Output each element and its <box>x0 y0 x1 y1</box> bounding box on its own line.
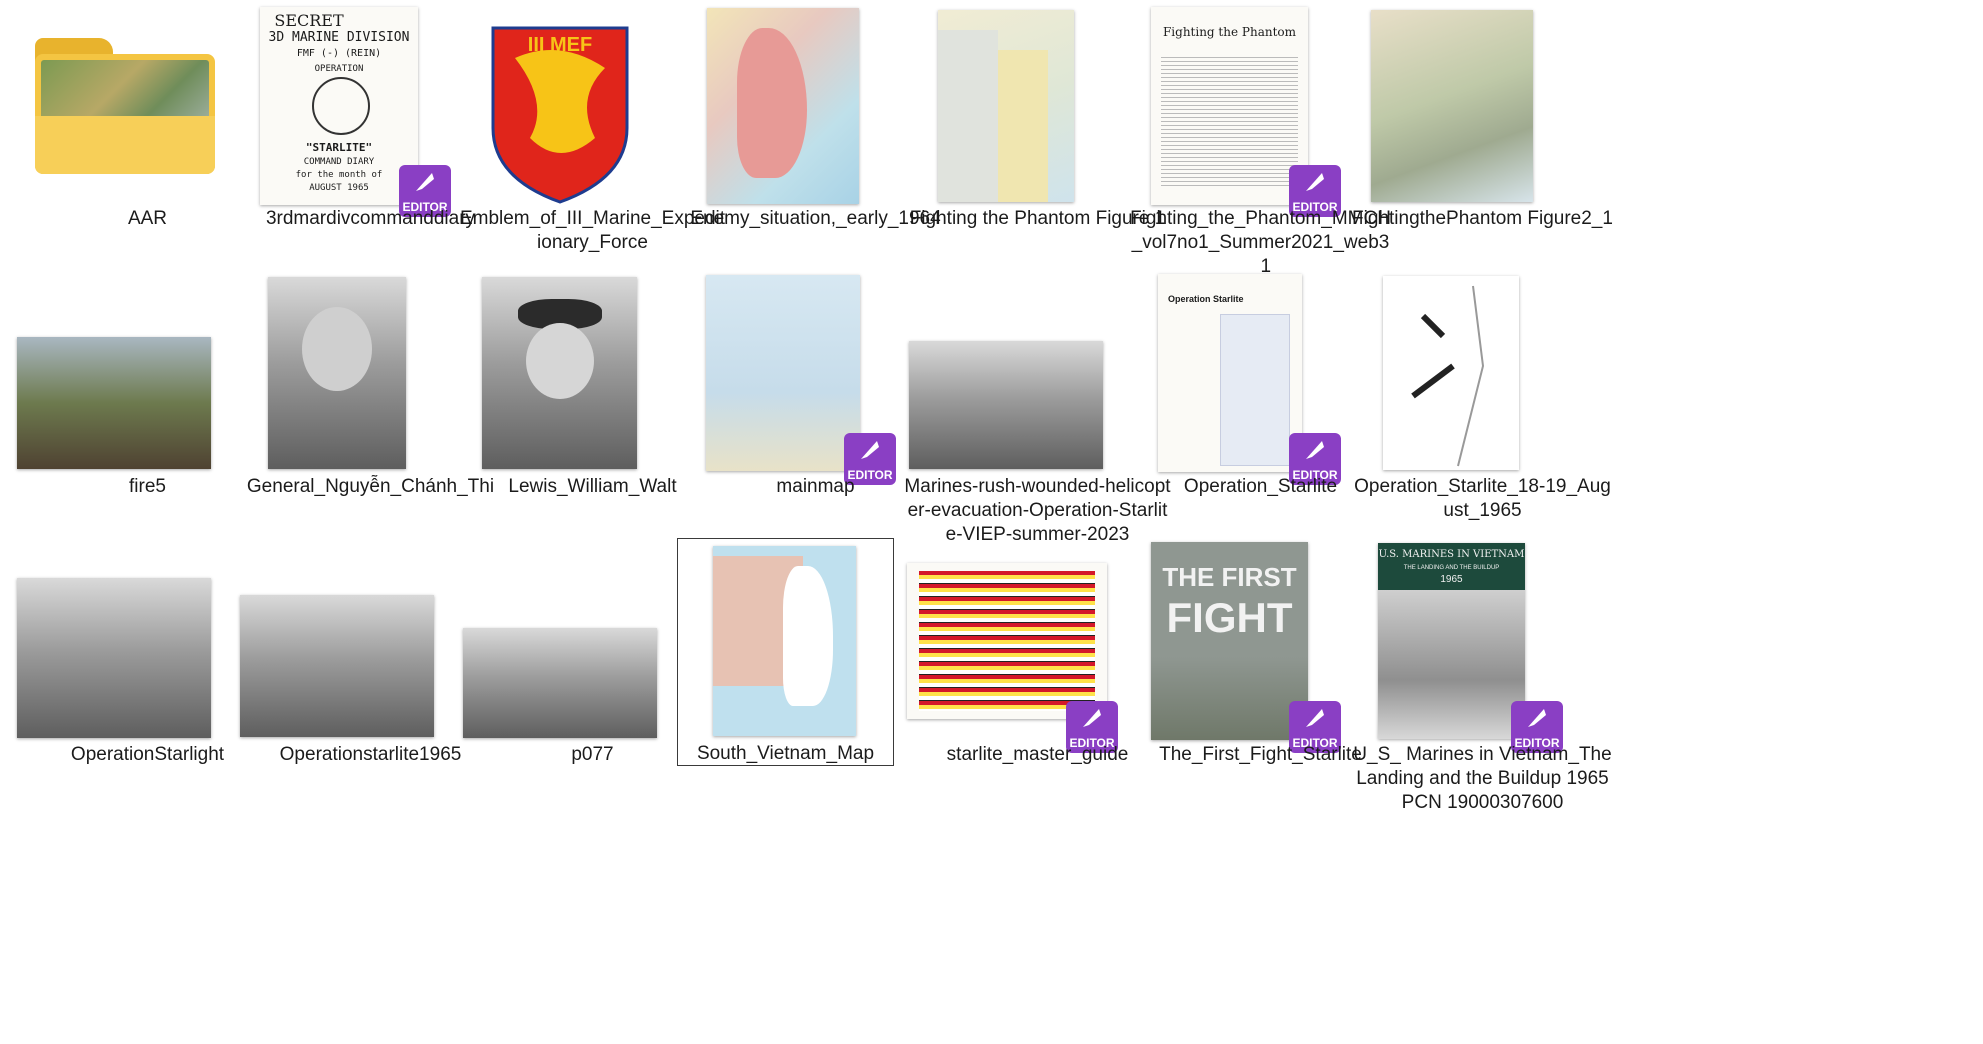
file-name: South_Vietnam_Map <box>696 743 875 764</box>
book-cover-thumbnail: THE FIRST FIGHT <box>1151 542 1308 740</box>
feather-icon <box>1306 441 1324 459</box>
feather-icon <box>1083 709 1101 727</box>
map-thumbnail <box>707 8 859 204</box>
eagle-globe-anchor-icon <box>312 77 370 135</box>
file-item-fighting-phantom-figure2[interactable]: FightingthePhantom Figure2_1 <box>1345 0 1620 260</box>
photo-thumbnail <box>240 595 434 737</box>
photo-thumbnail <box>909 341 1103 469</box>
feather-icon <box>416 173 434 191</box>
file-name: FightingthePhantom Figure2_1 <box>1352 208 1613 229</box>
feather-icon <box>861 441 879 459</box>
book-cover-thumbnail: U.S. MARINES IN VIETNAM THE LANDING AND … <box>1378 543 1525 739</box>
map-thumbnail <box>1383 276 1519 470</box>
file-name: Operation_Starlite_18-19_August_1965 <box>1354 476 1611 521</box>
map-thumbnail <box>713 546 856 736</box>
document-thumbnail <box>907 563 1107 719</box>
photo-thumbnail <box>463 628 657 738</box>
photo-thumbnail <box>482 277 637 469</box>
document-thumbnail: Operation Starlite <box>1158 274 1302 472</box>
emblem-thumbnail: III MEF <box>485 8 635 204</box>
photo-thumbnail <box>17 337 211 469</box>
feather-icon <box>1306 173 1324 191</box>
folder-icon <box>35 38 215 174</box>
map-thumbnail <box>938 10 1074 202</box>
file-item-south-vietnam-map[interactable]: South_Vietnam_Map <box>677 538 894 766</box>
arrow-map-icon <box>1411 285 1485 467</box>
map-thumbnail <box>706 275 860 471</box>
document-thumbnail: Fighting the Phantom <box>1151 7 1308 205</box>
feather-icon <box>1306 709 1324 727</box>
photo-thumbnail <box>17 578 211 738</box>
document-thumbnail: SECRET 3D MARINE DIVISION FMF (-) (REIN)… <box>260 7 418 205</box>
photo-thumbnail <box>268 277 406 469</box>
map-thumbnail <box>1371 10 1533 202</box>
file-item-us-marines-in-vietnam[interactable]: U.S. MARINES IN VIETNAM THE LANDING AND … <box>1345 536 1620 813</box>
feather-icon <box>1528 709 1546 727</box>
file-name: U_S_ Marines in Vietnam_The Landing and … <box>1353 744 1612 813</box>
file-item-operation-starlite-18-19[interactable]: Operation_Starlite_18-19_August_1965 <box>1345 268 1620 528</box>
